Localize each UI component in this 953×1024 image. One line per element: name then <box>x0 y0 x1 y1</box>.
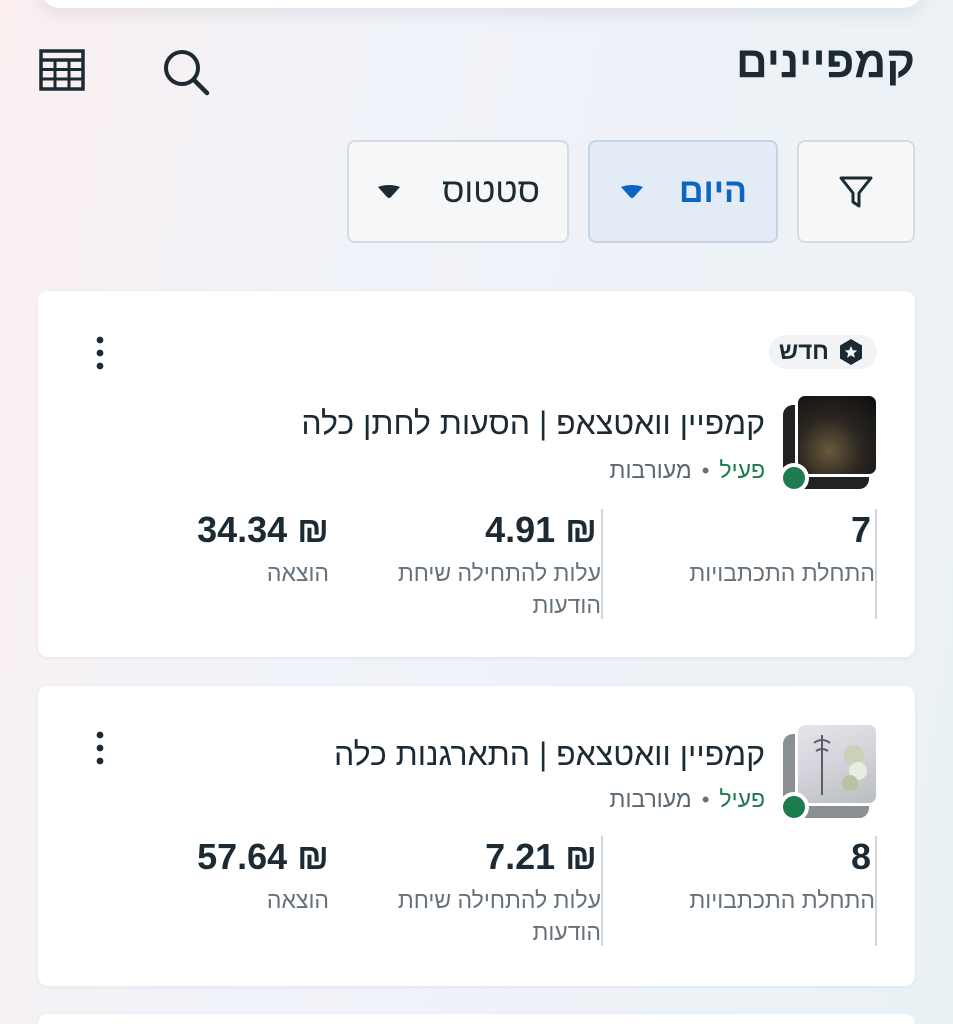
campaign-objective: מעורבות <box>609 457 692 483</box>
search-icon <box>164 50 210 96</box>
metric-value: ₪ 4.91 <box>485 509 597 550</box>
status-dropdown[interactable]: סטטוס <box>347 140 569 243</box>
campaign-thumbnail <box>779 393 879 493</box>
badge-label: חדש <box>778 338 829 365</box>
separator-dot: • <box>701 457 710 483</box>
filter-bar: היום סטטוס <box>0 140 953 244</box>
campaign-thumbnail <box>779 722 879 822</box>
page-title: קמפיינים <box>735 38 915 87</box>
metric-label: הוצאה <box>266 887 329 913</box>
search-button[interactable] <box>158 44 214 100</box>
metric-label: התחלת התכתבויות <box>689 887 875 913</box>
top-sheet-edge <box>40 0 923 8</box>
campaign-subtitle: פעיל • מעורבות <box>610 457 765 484</box>
metric-cost-per-conversation: ₪ 7.21 עלות להתחילה שיחת הודעות <box>373 836 603 946</box>
metric-conversations: 7 התחלת התכתבויות <box>677 509 877 619</box>
table-view-button[interactable] <box>36 44 88 96</box>
image-content-icon <box>813 735 867 795</box>
more-options-button[interactable] <box>88 730 112 766</box>
more-options-button[interactable] <box>88 335 112 371</box>
active-status-dot <box>779 792 809 822</box>
campaign-title[interactable]: קמפיין וואטצאפ | הסעות לחתן כלה <box>301 405 765 442</box>
metric-value: 7 <box>850 509 871 550</box>
campaign-image <box>795 722 879 806</box>
campaign-card[interactable] <box>38 1014 915 1024</box>
metric-value: ₪ 57.64 <box>197 836 329 877</box>
campaign-status: פעיל <box>719 457 765 483</box>
metric-conversations: 8 התחלת התכתבויות <box>677 836 877 946</box>
metric-spend: ₪ 57.64 הוצאה <box>169 836 329 916</box>
new-star-icon <box>840 339 862 365</box>
date-range-dropdown[interactable]: היום <box>588 140 778 243</box>
metric-spend: ₪ 34.34 הוצאה <box>169 509 329 589</box>
more-vertical-icon <box>96 336 104 370</box>
new-badge: חדש <box>768 335 877 369</box>
metric-value: ₪ 7.21 <box>485 836 597 877</box>
page-header: קמפיינים <box>0 28 953 108</box>
table-icon <box>39 49 85 91</box>
campaign-title[interactable]: קמפיין וואטצאפ | התארגנות כלה <box>334 736 765 773</box>
metric-label: התחלת התכתבויות <box>689 560 875 586</box>
metric-value: 8 <box>850 836 871 877</box>
filter-icon <box>839 176 873 207</box>
metric-cost-per-conversation: ₪ 4.91 עלות להתחילה שיחת הודעות <box>373 509 603 619</box>
campaign-card[interactable]: חדש קמפיין וואטצאפ | הסעות לחתן כלה פעיל… <box>38 291 915 657</box>
campaign-subtitle: פעיל • מעורבות <box>610 786 765 813</box>
caret-down-icon <box>378 184 401 198</box>
metric-label: עלות להתחילה שיחת הודעות <box>397 887 601 945</box>
more-vertical-icon <box>96 731 104 765</box>
metric-label: עלות להתחילה שיחת הודעות <box>397 560 601 618</box>
campaign-objective: מעורבות <box>609 786 692 812</box>
campaign-card[interactable]: קמפיין וואטצאפ | התארגנות כלה פעיל • מעו… <box>38 686 915 986</box>
metric-label: הוצאה <box>266 560 329 586</box>
filter-button[interactable] <box>797 140 915 243</box>
campaign-status: פעיל <box>719 786 765 812</box>
date-range-label: היום <box>679 172 747 210</box>
campaign-image <box>795 393 879 477</box>
status-label: סטטוס <box>442 172 540 210</box>
separator-dot: • <box>701 786 710 812</box>
metric-value: ₪ 34.34 <box>197 509 329 550</box>
caret-down-icon <box>621 184 643 198</box>
active-status-dot <box>779 463 809 493</box>
